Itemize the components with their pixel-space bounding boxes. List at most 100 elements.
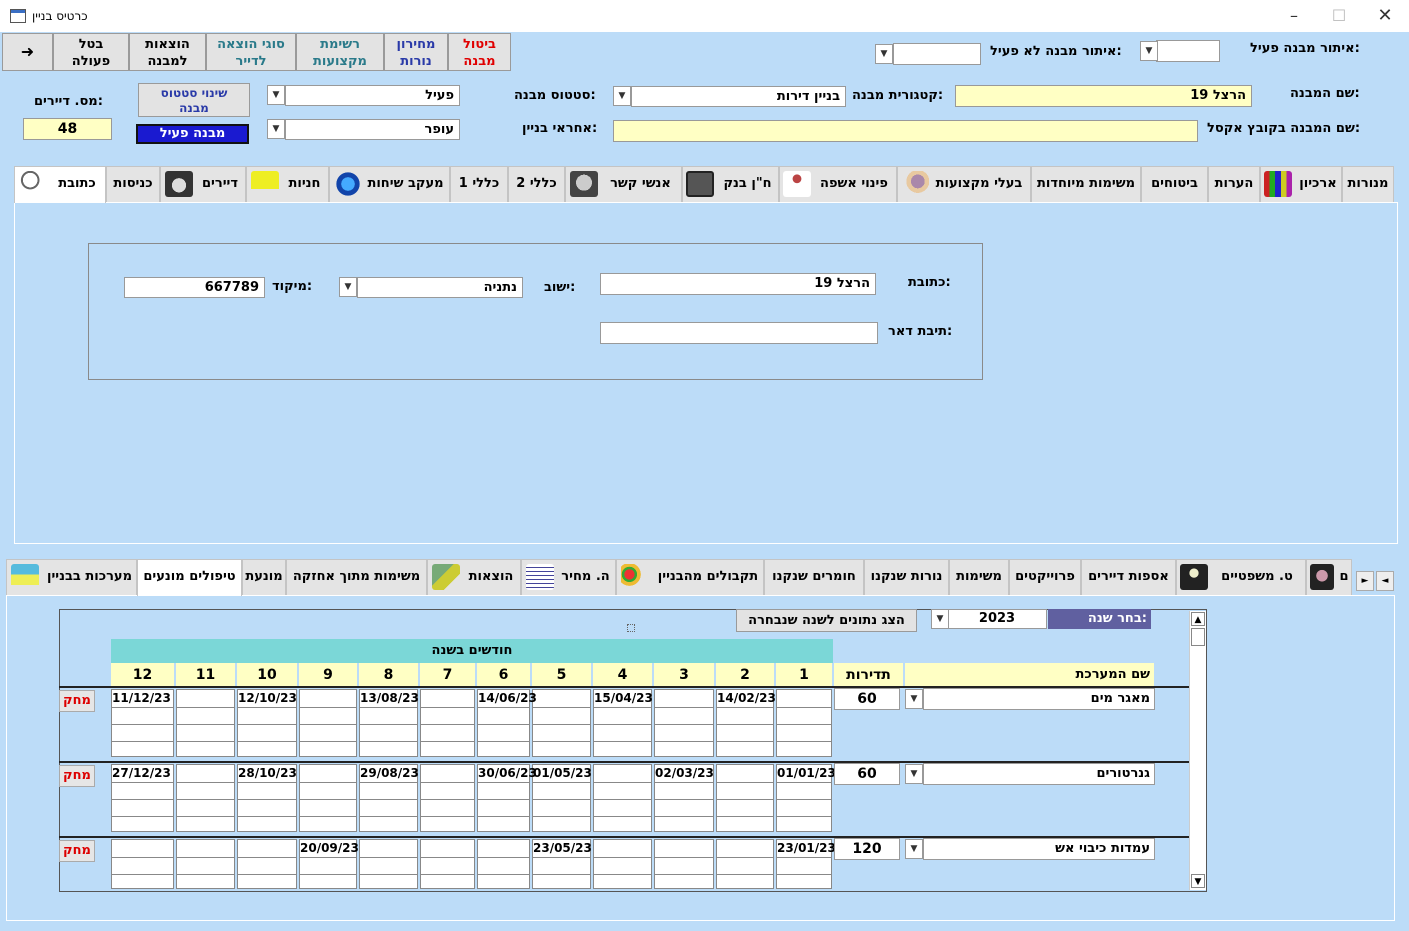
tab-bank[interactable]: ח"ן בנק	[682, 166, 779, 202]
schedule-cell[interactable]	[593, 839, 652, 889]
tab-lamps[interactable]: מנורות	[1342, 166, 1394, 202]
city-field[interactable]: נתניה	[357, 277, 523, 298]
inactive-filter-input[interactable]	[893, 43, 981, 65]
tenants-count-field[interactable]: 48	[23, 118, 112, 140]
schedule-cell[interactable]	[176, 689, 235, 757]
schedule-cell[interactable]: 28/10/23	[237, 764, 297, 832]
building-expenses-button[interactable]: הוצאות למבנה	[129, 33, 206, 71]
tab-parking[interactable]: חניות	[246, 166, 329, 202]
system-dropdown-icon[interactable]: ▼	[905, 689, 923, 709]
tab-entrances[interactable]: כניסות	[106, 166, 160, 202]
schedule-cell[interactable]	[654, 689, 714, 757]
frequency-field[interactable]: 60	[834, 688, 900, 710]
responsible-field[interactable]: עופר	[285, 119, 460, 140]
scroll-up-icon[interactable]: ▲	[1191, 612, 1205, 626]
undo-action-button[interactable]: בטל פעולה	[53, 33, 129, 71]
tab-maintenance-tasks[interactable]: משימות מתוך אחזקה	[286, 559, 427, 595]
schedule-cell[interactable]: 01/05/23	[532, 764, 592, 832]
tab-call-log[interactable]: מעקב שיחות	[329, 166, 450, 202]
schedule-cell[interactable]	[111, 839, 174, 889]
inactive-filter-dropdown-icon[interactable]: ▼	[875, 44, 893, 64]
schedule-cell[interactable]: 14/02/23	[716, 689, 776, 757]
tab-price-quotes[interactable]: ה. מחיר	[521, 559, 616, 595]
tenant-expense-types-button[interactable]: סוגי הוצאה לדייר	[206, 33, 296, 71]
scroll-thumb[interactable]	[1191, 628, 1205, 646]
schedule-cell[interactable]: 12/10/23	[237, 689, 297, 757]
schedule-cell[interactable]: 14/06/23	[477, 689, 537, 757]
change-status-button[interactable]: שינוי סטטוס מבנה	[138, 83, 250, 117]
building-name-field[interactable]: הרצל 19	[955, 85, 1252, 107]
tab-special-tasks[interactable]: משימות מיוחדות	[1031, 166, 1141, 202]
tab-professionals[interactable]: בעלי מקצועות	[897, 166, 1031, 202]
tab-expenses[interactable]: הוצאות	[427, 559, 521, 595]
schedule-cell[interactable]: 30/06/23	[477, 764, 537, 832]
schedule-cell[interactable]	[420, 839, 475, 889]
tab-bought-lamps[interactable]: נורות שנקנו	[864, 559, 949, 595]
zip-field[interactable]: 667789	[124, 277, 265, 298]
tab-building-systems[interactable]: מערכות בבניין	[6, 559, 137, 595]
status-field[interactable]: פעיל	[285, 85, 460, 106]
minimize-icon[interactable]: –	[1271, 4, 1317, 28]
tab-partial[interactable]: ם	[1306, 559, 1352, 595]
bulb-pricelist-button[interactable]: מחירון נורות	[384, 33, 448, 71]
delete-row-button[interactable]: מחק	[59, 765, 95, 787]
tab-address[interactable]: כתובת	[14, 166, 106, 203]
schedule-cell[interactable]: 23/05/23	[532, 839, 592, 889]
schedule-cell[interactable]	[593, 764, 652, 832]
year-field[interactable]: 2023	[947, 609, 1047, 629]
system-name-field[interactable]: מאגר מים	[923, 688, 1155, 710]
active-filter-dropdown-icon[interactable]: ▼	[1140, 41, 1158, 61]
city-dropdown-icon[interactable]: ▼	[339, 277, 357, 297]
tab-notes[interactable]: הערות	[1208, 166, 1260, 202]
professions-list-button[interactable]: רשימת מקצועות	[296, 33, 384, 71]
schedule-cell[interactable]	[477, 839, 530, 889]
excel-name-field[interactable]	[613, 120, 1198, 142]
schedule-cell[interactable]: 13/08/23	[359, 689, 419, 757]
tab-projects[interactable]: פרוייקטים	[1009, 559, 1081, 595]
tab-garbage[interactable]: פינוי אשפה	[779, 166, 897, 202]
schedule-cell[interactable]: 01/01/23	[776, 764, 836, 832]
exit-icon[interactable]: ➜	[2, 33, 53, 71]
schedule-cell[interactable]	[237, 839, 297, 889]
schedule-cell[interactable]	[420, 689, 475, 757]
show-year-data-button[interactable]: הצג נתונים לשנה שנבחרה	[736, 609, 917, 632]
status-dropdown-icon[interactable]: ▼	[267, 85, 285, 105]
category-dropdown-icon[interactable]: ▼	[613, 86, 631, 106]
schedule-cell[interactable]	[299, 689, 357, 757]
system-name-field[interactable]: גנרטורים	[923, 763, 1155, 785]
vertical-scrollbar[interactable]: ▲ ▼	[1189, 611, 1206, 890]
tab-scroll-right-icon[interactable]: ►	[1356, 571, 1374, 591]
scroll-down-icon[interactable]: ▼	[1191, 874, 1205, 888]
tab-tenants[interactable]: דיירים	[160, 166, 246, 202]
tab-bought-materials[interactable]: חומרים שנקנו	[764, 559, 864, 595]
system-dropdown-icon[interactable]: ▼	[905, 764, 923, 784]
schedule-cell[interactable]	[532, 689, 591, 757]
schedule-cell[interactable]	[299, 764, 357, 832]
schedule-cell[interactable]: 29/08/23	[359, 764, 419, 832]
tab-general-2[interactable]: כללי 2	[508, 166, 565, 202]
delete-row-button[interactable]: מחק	[59, 840, 95, 862]
schedule-cell[interactable]	[176, 764, 235, 832]
cancel-building-button[interactable]: ביטול מבנה	[448, 33, 511, 71]
tab-preventive-care[interactable]: טיפולים מונעים	[137, 559, 242, 596]
active-filter-input[interactable]	[1156, 40, 1220, 62]
schedule-cell[interactable]	[359, 839, 418, 889]
tab-contacts[interactable]: אנשי קשר	[565, 166, 682, 202]
address-field[interactable]: הרצל 19	[600, 273, 876, 295]
schedule-cell[interactable]	[716, 764, 774, 832]
schedule-cell[interactable]: 20/09/23	[299, 839, 359, 889]
tab-legal[interactable]: ט. משפטיים	[1176, 559, 1306, 595]
system-name-field[interactable]: עמדות כיבוי אש	[923, 838, 1155, 860]
tab-archive[interactable]: ארכיון	[1260, 166, 1342, 202]
tab-tasks[interactable]: משימות	[949, 559, 1009, 595]
schedule-cell[interactable]: 02/03/23	[654, 764, 714, 832]
schedule-cell[interactable]	[716, 839, 774, 889]
schedule-cell[interactable]	[654, 839, 714, 889]
close-icon[interactable]: ✕	[1362, 4, 1408, 28]
tab-preventive[interactable]: מונעת	[242, 559, 286, 595]
maximize-icon[interactable]: ☐	[1316, 4, 1362, 28]
schedule-cell[interactable]: 15/04/23	[593, 689, 653, 757]
schedule-cell[interactable]: 27/12/23	[111, 764, 174, 832]
schedule-cell[interactable]	[776, 689, 832, 757]
schedule-cell[interactable]: 11/12/23	[111, 689, 174, 757]
